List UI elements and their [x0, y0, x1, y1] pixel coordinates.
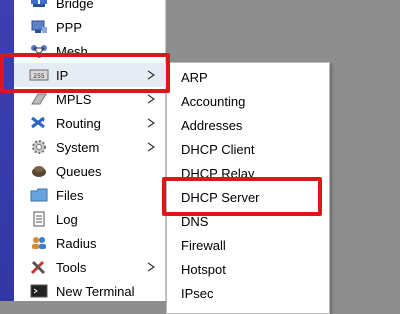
menu-item-label: MPLS [56, 91, 92, 107]
submenu-item-label: DHCP Relay [181, 165, 255, 181]
ip-submenu: ARP Accounting Addresses DHCP Client DHC… [166, 62, 330, 314]
menu-item-tools[interactable]: Tools [14, 255, 166, 279]
menu-item-radius[interactable]: Radius [14, 231, 166, 255]
menu-item-label: Bridge [56, 0, 94, 11]
submenu-item-accounting[interactable]: Accounting [167, 89, 329, 113]
menu-item-mpls[interactable]: MPLS [14, 87, 166, 111]
menu-item-ip[interactable]: 255 IP [14, 63, 166, 87]
submenu-item-addresses[interactable]: Addresses [167, 113, 329, 137]
menu-item-label: Tools [56, 259, 87, 275]
menu-item-label: IP [56, 67, 69, 83]
menu-item-log[interactable]: Log [14, 207, 166, 231]
menu-item-system[interactable]: System [14, 135, 166, 159]
menu-item-label: Mesh [56, 43, 88, 59]
submenu-item-label: Accounting [181, 93, 246, 109]
submenu-item-label: IPsec [181, 285, 214, 301]
terminal-icon [28, 279, 50, 303]
mesh-icon [28, 39, 50, 63]
submenu-item-label: DHCP Client [181, 141, 255, 157]
submenu-arrow-icon [147, 118, 156, 128]
submenu-item-label: DNS [181, 213, 209, 229]
submenu-item-dhcp-relay[interactable]: DHCP Relay [167, 161, 329, 185]
menu-item-ppp[interactable]: PPP [14, 15, 166, 39]
submenu-item-ipsec[interactable]: IPsec [167, 281, 329, 305]
menu-item-files[interactable]: Files [14, 183, 166, 207]
submenu-item-firewall[interactable]: Firewall [167, 233, 329, 257]
radius-icon [28, 231, 50, 255]
menu-item-label: System [56, 139, 100, 155]
menu-item-new-terminal[interactable]: New Terminal [14, 279, 166, 303]
submenu-item-dhcp-server[interactable]: DHCP Server [167, 185, 329, 209]
menu-item-label: Files [56, 187, 84, 203]
system-icon [28, 135, 50, 159]
submenu-item-label: ARP [181, 69, 208, 85]
winbox-sidebar-strip [0, 0, 14, 301]
submenu-item-label: DHCP Server [181, 189, 260, 205]
bridge-icon [28, 0, 50, 15]
menu-item-mesh[interactable]: Mesh [14, 39, 166, 63]
menu-item-label: New Terminal [56, 283, 135, 299]
svg-text:255: 255 [33, 73, 45, 80]
submenu-arrow-icon [147, 262, 156, 272]
menu-item-label: Radius [56, 235, 97, 251]
submenu-item-label: Firewall [181, 237, 226, 253]
mpls-icon [28, 87, 50, 111]
files-icon [28, 183, 50, 207]
submenu-item-label: Hotspot [181, 261, 226, 277]
tools-icon [28, 255, 50, 279]
queues-icon [28, 159, 50, 183]
menu-item-routing[interactable]: Routing [14, 111, 166, 135]
submenu-item-arp[interactable]: ARP [167, 65, 329, 89]
submenu-item-label: Addresses [181, 117, 243, 133]
submenu-item-hotspot[interactable]: Hotspot [167, 257, 329, 281]
main-menu: Bridge PPP Mesh 255 IP MPLS Routing Syst… [14, 0, 166, 301]
submenu-item-dns[interactable]: DNS [167, 209, 329, 233]
ip-icon: 255 [28, 63, 50, 87]
submenu-arrow-icon [147, 70, 156, 80]
submenu-item-dhcp-client[interactable]: DHCP Client [167, 137, 329, 161]
submenu-arrow-icon [147, 94, 156, 104]
menu-item-label: Log [56, 211, 78, 227]
log-icon [28, 207, 50, 231]
routing-icon [28, 111, 50, 135]
menu-item-label: PPP [56, 19, 83, 35]
submenu-arrow-icon [147, 142, 156, 152]
menu-item-label: Queues [56, 163, 102, 179]
ppp-icon [28, 15, 50, 39]
menu-item-bridge[interactable]: Bridge [14, 0, 166, 15]
menu-item-label: Routing [56, 115, 101, 131]
menu-item-queues[interactable]: Queues [14, 159, 166, 183]
